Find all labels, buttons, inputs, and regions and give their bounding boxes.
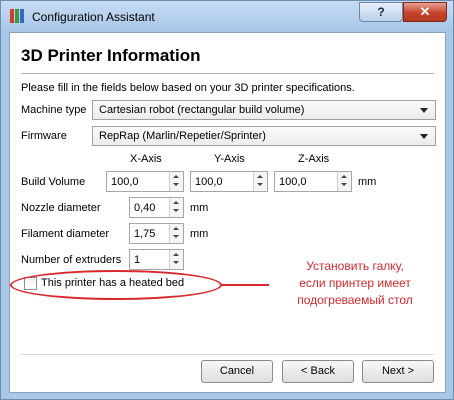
nozzle-diameter-value: 0,40 <box>134 202 156 214</box>
build-volume-z-value: 100,0 <box>279 176 307 188</box>
spin-down-icon[interactable] <box>254 181 267 190</box>
spin-buttons <box>169 224 183 243</box>
extruders-value: 1 <box>134 254 141 266</box>
build-volume-x-input[interactable]: 100,0 <box>106 171 184 192</box>
annotation-note: Установить галку, если принтер имеет под… <box>275 258 435 309</box>
extruders-label: Number of extruders <box>21 254 122 266</box>
spin-up-icon[interactable] <box>338 172 351 181</box>
spin-up-icon[interactable] <box>254 172 267 181</box>
page-title: 3D Printer Information <box>21 46 201 65</box>
spin-down-icon[interactable] <box>338 181 351 190</box>
title-divider <box>21 73 434 74</box>
build-volume-y-input[interactable]: 100,0 <box>190 171 268 192</box>
extruders-input[interactable]: 1 <box>129 249 184 270</box>
nozzle-diameter-input[interactable]: 0,40 <box>129 197 184 218</box>
nozzle-diameter-label: Nozzle diameter <box>21 202 101 214</box>
back-button[interactable]: < Back <box>282 360 354 383</box>
annotation-ellipse <box>10 270 222 300</box>
close-button[interactable]: ✕ <box>403 2 447 22</box>
app-icon <box>10 9 24 23</box>
nozzle-diameter-unit: mm <box>190 202 209 214</box>
annotation-line-2: если принтер имеет <box>299 276 411 290</box>
build-volume-z-input[interactable]: 100,0 <box>274 171 352 192</box>
y-axis-header: Y-Axis <box>214 153 245 165</box>
spin-buttons <box>337 172 351 191</box>
build-volume-y-value: 100,0 <box>195 176 223 188</box>
build-volume-x-value: 100,0 <box>111 176 139 188</box>
spin-buttons <box>169 198 183 217</box>
window-title: Configuration Assistant <box>32 10 155 24</box>
footer-divider <box>21 354 434 355</box>
next-button[interactable]: Next > <box>362 360 434 383</box>
title-bar[interactable]: Configuration Assistant ? ✕ <box>1 1 453 32</box>
wizard-page: 3D Printer Information Please fill in th… <box>9 32 446 393</box>
annotation-pointer-line <box>221 284 269 286</box>
spin-up-icon[interactable] <box>170 172 183 181</box>
spin-buttons <box>253 172 267 191</box>
filament-diameter-label: Filament diameter <box>21 228 110 240</box>
firmware-select[interactable]: RepRap (Marlin/Repetier/Sprinter) <box>92 126 436 146</box>
x-axis-header: X-Axis <box>130 153 162 165</box>
spin-down-icon[interactable] <box>170 207 183 216</box>
firmware-label: Firmware <box>21 130 67 142</box>
annotation-line-3: подогреваемый стол <box>297 293 413 307</box>
spin-up-icon[interactable] <box>170 250 183 259</box>
spin-buttons <box>169 172 183 191</box>
machine-type-select[interactable]: Cartesian robot (rectangular build volum… <box>92 100 436 120</box>
help-button[interactable]: ? <box>359 2 403 22</box>
machine-type-label: Machine type <box>21 104 87 116</box>
cancel-button[interactable]: Cancel <box>201 360 273 383</box>
chevron-down-icon <box>420 134 428 139</box>
z-axis-header: Z-Axis <box>298 153 330 165</box>
machine-type-value: Cartesian robot (rectangular build volum… <box>99 104 305 116</box>
spin-up-icon[interactable] <box>170 198 183 207</box>
dialog-window: Configuration Assistant ? ✕ 3D Printer I… <box>0 0 454 400</box>
spin-down-icon[interactable] <box>170 259 183 268</box>
chevron-down-icon <box>420 108 428 113</box>
filament-diameter-unit: mm <box>190 228 209 240</box>
filament-diameter-input[interactable]: 1,75 <box>129 223 184 244</box>
spin-down-icon[interactable] <box>170 233 183 242</box>
spin-down-icon[interactable] <box>170 181 183 190</box>
annotation-line-1: Установить галку, <box>306 259 404 273</box>
build-volume-label: Build Volume <box>21 176 86 188</box>
build-volume-unit: mm <box>358 176 377 188</box>
firmware-value: RepRap (Marlin/Repetier/Sprinter) <box>99 130 266 142</box>
intro-text: Please fill in the fields below based on… <box>21 82 355 94</box>
spin-buttons <box>169 250 183 269</box>
filament-diameter-value: 1,75 <box>134 228 156 240</box>
spin-up-icon[interactable] <box>170 224 183 233</box>
